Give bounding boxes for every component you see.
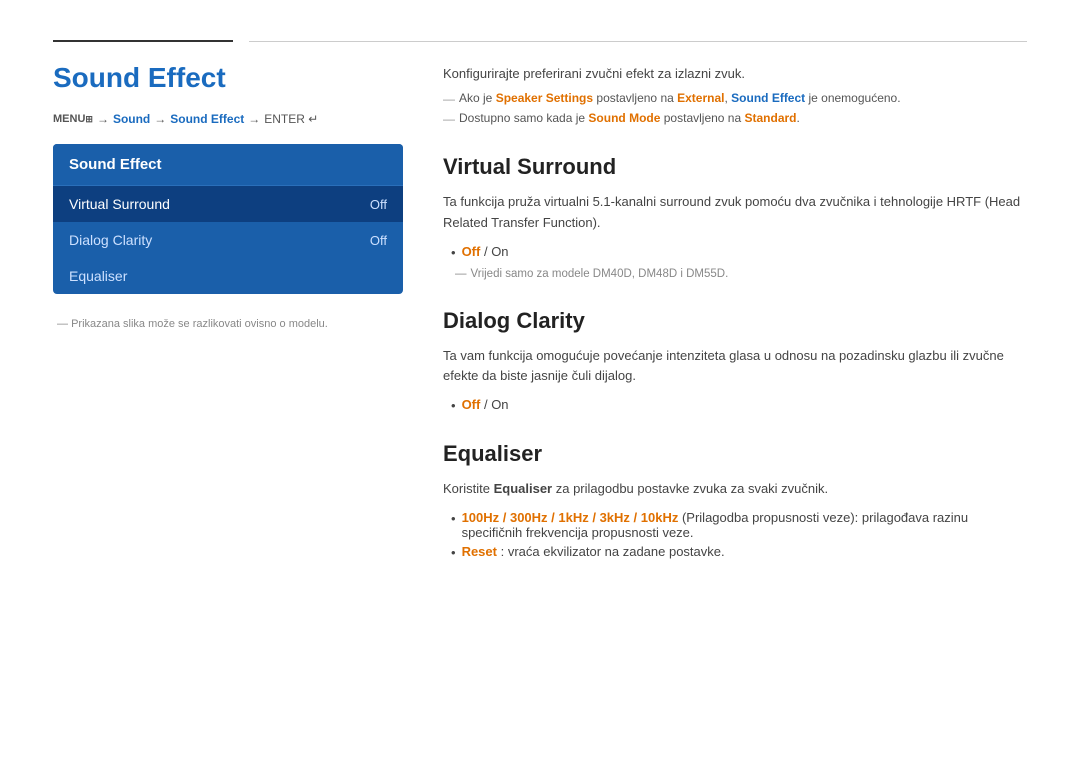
bullet-dialog-clarity-options: Off / On (451, 397, 1027, 413)
breadcrumb: MENU⊞ → Sound → Sound Effect → ENTER ↵ (53, 112, 403, 126)
menu-item-label-equaliser: Equaliser (69, 268, 127, 284)
equaliser-frequencies: 100Hz / 300Hz / 1kHz / 3kHz / 10kHz (462, 510, 679, 525)
left-footnote: Prikazana slika može se razlikovati ovis… (53, 318, 403, 330)
note2-dash: — (443, 112, 455, 126)
menu-item-label-dialog-clarity: Dialog Clarity (69, 232, 152, 248)
section-title-virtual-surround: Virtual Surround (443, 154, 1027, 180)
menu-item-label-virtual-surround: Virtual Surround (69, 196, 170, 212)
menu-item-equaliser[interactable]: Equaliser (53, 258, 403, 294)
left-column: Sound Effect MENU⊞ → Sound → Sound Effec… (53, 62, 403, 568)
bullet-equaliser-frequencies: 100Hz / 300Hz / 1kHz / 3kHz / 10kHz (Pri… (451, 510, 1027, 540)
menu-item-virtual-surround[interactable]: Virtual Surround Off (53, 186, 403, 222)
page-container: Sound Effect MENU⊞ → Sound → Sound Effec… (0, 0, 1080, 608)
note1-speaker-settings: Speaker Settings (496, 91, 593, 105)
dialog-clarity-off: Off (462, 397, 481, 412)
note2-text: Dostupno samo kada je Sound Mode postavl… (459, 111, 800, 125)
section-title-dialog-clarity: Dialog Clarity (443, 308, 1027, 334)
bullet-list-virtual-surround: Off / On (451, 244, 1027, 260)
breadcrumb-sound-effect: Sound Effect (170, 112, 244, 126)
section-equaliser: Equaliser Koristite Equaliser za prilago… (443, 441, 1027, 560)
breadcrumb-sound: Sound (113, 112, 150, 126)
section-body-equaliser: Koristite Equaliser za prilagodbu postav… (443, 479, 1027, 500)
bullet-list-equaliser: 100Hz / 300Hz / 1kHz / 3kHz / 10kHz (Pri… (451, 510, 1027, 560)
sub-note-virtual-surround-text: Vrijedi samo za modele DM40D, DM48D i DM… (471, 268, 729, 280)
page-title: Sound Effect (53, 62, 403, 94)
note1-text: Ako je Speaker Settings postavljeno na E… (459, 91, 901, 105)
intro-text: Konfigurirajte preferirani zvučni efekt … (443, 66, 1027, 81)
content-area: Sound Effect MENU⊞ → Sound → Sound Effec… (0, 42, 1080, 608)
menu-panel: Sound Effect Virtual Surround Off Dialog… (53, 144, 403, 294)
note-line-2: — Dostupno samo kada je Sound Mode posta… (443, 111, 1027, 126)
bullet-list-dialog-clarity: Off / On (451, 397, 1027, 413)
equaliser-highlight: Equaliser (494, 481, 553, 496)
menu-item-dialog-clarity[interactable]: Dialog Clarity Off (53, 222, 403, 258)
equaliser-reset-desc: : vraća ekvilizator na zadane postavke. (501, 544, 725, 559)
menu-item-value-dialog-clarity: Off (370, 233, 387, 248)
menu-item-value-virtual-surround: Off (370, 197, 387, 212)
bullet-virtual-surround-options: Off / On (451, 244, 1027, 260)
note-line-1: — Ako je Speaker Settings postavljeno na… (443, 91, 1027, 106)
section-body-dialog-clarity: Ta vam funkcija omogućuje povećanje inte… (443, 346, 1027, 388)
virtual-surround-off: Off (462, 244, 481, 259)
note1-dash: — (443, 92, 455, 106)
breadcrumb-enter: ENTER ↵ (264, 112, 318, 126)
sub-note-virtual-surround: — Vrijedi samo za modele DM40D, DM48D i … (455, 268, 1027, 280)
note2-standard: Standard (744, 111, 796, 125)
section-dialog-clarity: Dialog Clarity Ta vam funkcija omogućuje… (443, 308, 1027, 414)
note1-sound-effect: Sound Effect (731, 91, 805, 105)
right-column: Konfigurirajte preferirani zvučni efekt … (443, 62, 1027, 568)
breadcrumb-menu: MENU⊞ (53, 113, 93, 125)
bullet-equaliser-reset: Reset : vraća ekvilizator na zadane post… (451, 544, 1027, 560)
note1-external: External (677, 91, 724, 105)
section-body-virtual-surround: Ta funkcija pruža virtualni 5.1-kanalni … (443, 192, 1027, 234)
equaliser-reset: Reset (462, 544, 497, 559)
note2-sound-mode: Sound Mode (588, 111, 660, 125)
section-virtual-surround: Virtual Surround Ta funkcija pruža virtu… (443, 154, 1027, 280)
section-title-equaliser: Equaliser (443, 441, 1027, 467)
menu-panel-header: Sound Effect (53, 144, 403, 186)
